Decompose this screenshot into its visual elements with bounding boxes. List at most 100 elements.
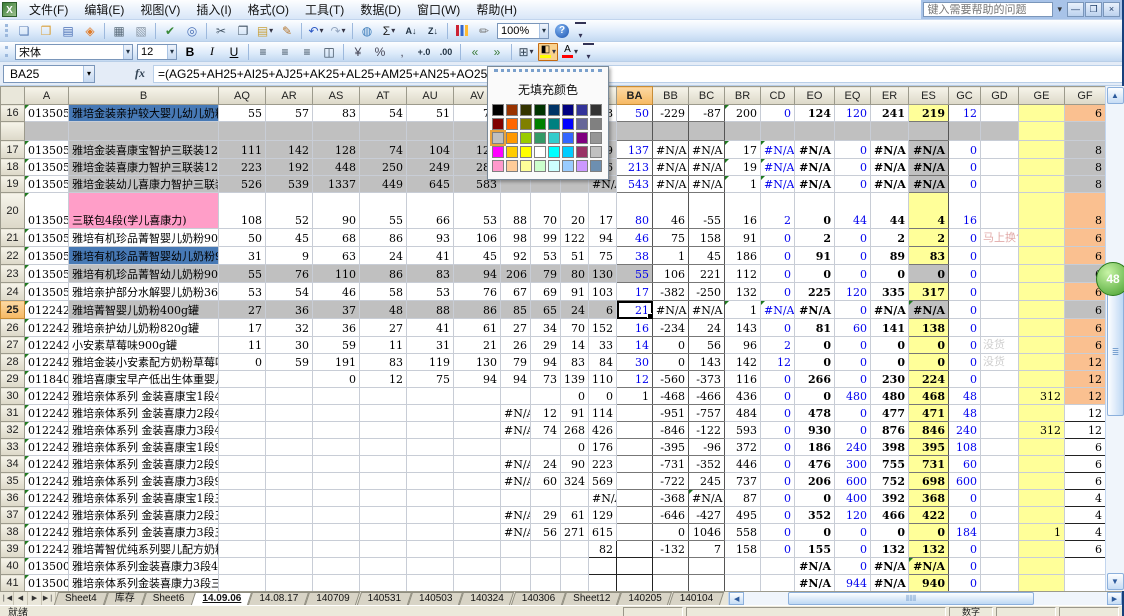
cell-BR41[interactable] <box>725 575 761 592</box>
cell-GC26[interactable]: 0 <box>949 319 981 337</box>
cell-ES21[interactable]: 2 <box>909 229 949 247</box>
cell-GC20[interactable]: 16 <box>949 193 981 229</box>
cell-B31[interactable]: 雅培亲体系列 金装喜康力2段400g <box>69 405 219 422</box>
cell-AU30[interactable] <box>407 388 454 405</box>
cell-GE21[interactable] <box>1019 229 1065 247</box>
cell-AU37[interactable] <box>407 507 454 524</box>
cell-EO38[interactable]: 0 <box>795 524 835 541</box>
chart-wizard-button-icon[interactable] <box>452 22 472 40</box>
cell-BA36[interactable] <box>617 490 653 507</box>
cell-AV25[interactable]: 86 <box>454 301 501 319</box>
cell-EO31[interactable]: 478 <box>795 405 835 422</box>
cell-AZ27[interactable]: 33 <box>589 337 617 354</box>
formula-input[interactable]: =(AG25+AH25+AI25+AJ25+AK25+AL25+AM25+AN2… <box>153 65 1122 83</box>
cell-CD21[interactable]: 0 <box>761 229 795 247</box>
cell-ES28[interactable]: 0 <box>909 354 949 371</box>
cell-CD24[interactable]: 0 <box>761 283 795 301</box>
sort-ascending-button[interactable]: A↓ <box>401 22 421 40</box>
cell-GE33[interactable] <box>1019 439 1065 456</box>
cell-AQ21[interactable]: 50 <box>219 229 266 247</box>
dropdown-drag-handle[interactable] <box>494 69 602 76</box>
cell-BA20[interactable]: 80 <box>617 193 653 229</box>
cell-GE40[interactable] <box>1019 558 1065 575</box>
hyperlink-button[interactable]: ◍ <box>357 22 377 40</box>
cell-GD20[interactable] <box>981 193 1019 229</box>
bold-button[interactable]: B <box>180 43 200 61</box>
cell-GD32[interactable] <box>981 422 1019 439</box>
color-swatch-99CC00[interactable] <box>520 132 532 144</box>
sheet-tab-140709[interactable]: 140709 <box>307 592 358 605</box>
cell-CD30[interactable]: 0 <box>761 388 795 405</box>
cell-BR28[interactable]: 142 <box>725 354 761 371</box>
row-header-40[interactable]: 40 <box>1 558 25 575</box>
cell-CD-spacer[interactable] <box>761 122 795 141</box>
menu-item-插入(I)[interactable]: 插入(I) <box>188 0 239 20</box>
cell-AS30[interactable] <box>313 388 360 405</box>
cell-AT34[interactable] <box>360 456 407 473</box>
cell-GD28[interactable]: 没货 <box>981 354 1019 371</box>
cell-AW21[interactable]: 98 <box>501 229 531 247</box>
cell-ES25[interactable]: #N/A <box>909 301 949 319</box>
cell-AW20[interactable]: 88 <box>501 193 531 229</box>
cell-EQ-spacer[interactable] <box>835 122 871 141</box>
cell-AQ39[interactable] <box>219 541 266 558</box>
cell-AW35[interactable]: #N/A <box>501 473 531 490</box>
cell-AW27[interactable]: 26 <box>501 337 531 354</box>
toolbar-grip[interactable] <box>5 24 10 37</box>
cell-EO35[interactable]: 206 <box>795 473 835 490</box>
cell-GD35[interactable] <box>981 473 1019 490</box>
name-box-dropdown-icon[interactable]: ▾ <box>83 66 94 82</box>
row-header-23[interactable]: 23 <box>1 265 25 283</box>
color-swatch-FFFFFF[interactable] <box>534 146 546 158</box>
color-swatch-00CCFF[interactable] <box>562 146 574 158</box>
cell-A39[interactable]: 01224238 <box>25 541 69 558</box>
cell-ER40[interactable]: #N/A <box>871 558 909 575</box>
cell-EO21[interactable]: 2 <box>795 229 835 247</box>
cell-AV31[interactable] <box>454 405 501 422</box>
cell-A36[interactable]: 01224235 <box>25 490 69 507</box>
column-header-EO[interactable]: EO <box>795 87 835 105</box>
cell-AQ36[interactable] <box>219 490 266 507</box>
cell-B22[interactable]: 雅培有机珍品菁智婴幼儿奶粉900g <box>69 247 219 265</box>
cell-AS29[interactable]: 0 <box>313 371 360 388</box>
cell-BR16[interactable]: 200 <box>725 105 761 122</box>
cell-EQ30[interactable]: 480 <box>835 388 871 405</box>
currency-style-button[interactable]: ¥ <box>348 43 368 61</box>
cell-GC-spacer[interactable] <box>949 122 981 141</box>
format-painter-button[interactable]: ✎ <box>277 22 297 40</box>
menu-item-格式(O)[interactable]: 格式(O) <box>240 0 297 20</box>
cell-B33[interactable]: 雅培亲体系列 金装喜康宝1段900g智护 <box>69 439 219 456</box>
cell-AU39[interactable] <box>407 541 454 558</box>
cell-ER22[interactable]: 89 <box>871 247 909 265</box>
cell-BR-spacer[interactable] <box>725 122 761 141</box>
cell-AZ25[interactable]: 6 <box>589 301 617 319</box>
cell-ER27[interactable]: 0 <box>871 337 909 354</box>
row-header-18[interactable]: 18 <box>1 159 25 176</box>
merge-center-button[interactable]: ◫ <box>319 43 339 61</box>
cell-ER21[interactable]: 2 <box>871 229 909 247</box>
cell-GE27[interactable] <box>1019 337 1065 354</box>
cell-AX21[interactable]: 99 <box>531 229 561 247</box>
color-swatch-000000[interactable] <box>492 104 504 116</box>
cell-A23[interactable]: 01350532 <box>25 265 69 283</box>
cell-EQ21[interactable]: 0 <box>835 229 871 247</box>
row-header-28[interactable]: 28 <box>1 354 25 371</box>
cell-BC41[interactable] <box>689 575 725 592</box>
cell-AT40[interactable] <box>360 558 407 575</box>
font-name-combo[interactable]: 宋体▾ <box>15 44 133 60</box>
cell-GD26[interactable] <box>981 319 1019 337</box>
cell-ES39[interactable]: 132 <box>909 541 949 558</box>
row-header-38[interactable]: 38 <box>1 524 25 541</box>
column-header-AU[interactable]: AU <box>407 87 454 105</box>
cell-AT41[interactable] <box>360 575 407 592</box>
cell-AX26[interactable]: 34 <box>531 319 561 337</box>
cell-A18[interactable]: 01350528 <box>25 159 69 176</box>
cell-EO22[interactable]: 91 <box>795 247 835 265</box>
cell-ER-spacer[interactable] <box>871 122 909 141</box>
italic-button[interactable]: I <box>202 43 222 61</box>
cell-CD19[interactable]: #N/A <box>761 176 795 193</box>
cell-AZ21[interactable]: 94 <box>589 229 617 247</box>
row-header-34[interactable]: 34 <box>1 456 25 473</box>
cell-AY20[interactable]: 20 <box>561 193 589 229</box>
open-folder-button[interactable]: ❒ <box>36 22 56 40</box>
